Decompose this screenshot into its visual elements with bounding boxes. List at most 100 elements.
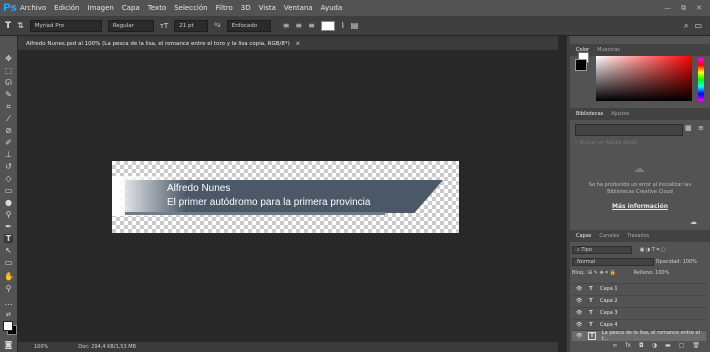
window-controls: — ⧉ ✕ — [664, 4, 710, 13]
document-tab-bar: Alfredo Nunes.psd al 100% (La pesca de l… — [18, 36, 558, 50]
layer-filter-icons[interactable]: ▣ ◑ T ⌗ ▢ — [640, 247, 666, 253]
stamp-tool-icon[interactable]: ⊥ — [4, 150, 13, 159]
new-layer-icon[interactable]: ▢ — [679, 342, 685, 352]
menu-imagen[interactable]: Imagen — [88, 4, 114, 12]
grid-view-icon[interactable]: ▦ — [685, 124, 692, 132]
link-layers-icon[interactable]: ∞ — [612, 342, 617, 352]
tab-bibliotecas[interactable]: Bibliotecas — [576, 111, 603, 117]
layer-name: La pesca de la lisa, el romance entre el… — [601, 330, 700, 342]
layer-row[interactable]: 👁 T Capa 3 — [572, 307, 706, 318]
tab-capas[interactable]: Capas — [576, 233, 591, 239]
character-panel-icon[interactable]: ▤ — [351, 21, 359, 30]
dodge-tool-icon[interactable]: ⚲ — [4, 210, 13, 219]
move-tool-icon[interactable]: ✥ — [4, 54, 13, 63]
visibility-eye-icon[interactable]: 👁 — [576, 333, 582, 339]
marquee-tool-icon[interactable]: ⬚ — [4, 66, 13, 75]
library-select[interactable] — [575, 124, 683, 136]
type-tool-icon[interactable]: T — [5, 21, 11, 31]
eyedropper-tool-icon[interactable]: ⁄ — [4, 114, 13, 123]
options-bar: T ⇅ Myriad Pro Regular тT 21 pt ªa Enfoc… — [0, 16, 710, 36]
quick-select-tool-icon[interactable]: ✎ — [4, 90, 13, 99]
blur-tool-icon[interactable]: ● — [4, 198, 13, 207]
fx-icon[interactable]: fx — [625, 342, 631, 352]
menu-texto[interactable]: Texto — [148, 4, 166, 12]
blend-mode-select[interactable]: Normal — [572, 258, 654, 266]
adjustment-layer-icon[interactable]: ◑ — [652, 342, 657, 352]
close-window-button[interactable]: ✕ — [696, 4, 702, 13]
close-tab-icon[interactable]: × — [296, 41, 301, 47]
antialias-select[interactable]: Enfocado — [226, 19, 271, 32]
more-info-link[interactable]: Más información — [580, 203, 700, 210]
font-style-select[interactable]: Regular — [107, 19, 154, 32]
tab-muestras[interactable]: Muestras — [597, 47, 620, 53]
gradient-tool-icon[interactable]: ▭ — [4, 186, 13, 195]
creative-cloud-icon[interactable]: ☁ — [690, 218, 697, 226]
pen-tool-icon[interactable]: ✒ — [4, 222, 13, 231]
library-search[interactable]: ⌕ Buscar en Adobe Stock — [575, 140, 700, 149]
lock-icons[interactable]: ⊞ ✎ ✥ ⌗ 🔒 — [588, 270, 616, 276]
quick-mask-icon[interactable]: ◙ — [4, 340, 13, 349]
path-select-tool-icon[interactable]: ↖ — [4, 246, 13, 255]
color-foreground-swatch[interactable] — [575, 59, 587, 71]
layer-filter-select[interactable]: ⌕ Tipo — [572, 246, 632, 254]
menu-filtro[interactable]: Filtro — [216, 4, 233, 12]
warp-text-icon[interactable]: ⌇ — [341, 21, 345, 30]
color-picker-field[interactable] — [596, 56, 692, 101]
align-left-icon[interactable]: ≡ — [283, 21, 290, 30]
menu-archivo[interactable]: Archivo — [20, 4, 46, 12]
lasso-tool-icon[interactable]: ᘏ — [4, 78, 13, 87]
align-center-icon[interactable]: ≡ — [295, 21, 302, 30]
history-brush-tool-icon[interactable]: ↺ — [4, 162, 13, 171]
text-color-swatch[interactable] — [320, 20, 335, 31]
visibility-eye-icon[interactable]: 👁 — [576, 298, 582, 304]
type-tool-icon[interactable]: T — [4, 234, 13, 243]
rectangle-tool-icon[interactable]: ▭ — [4, 258, 13, 267]
brush-tool-icon[interactable]: ✐ — [4, 138, 13, 147]
menu-3d[interactable]: 3D — [241, 4, 251, 12]
swap-colors-icon[interactable]: ⇄ — [4, 310, 13, 319]
menu-ayuda[interactable]: Ayuda — [321, 4, 343, 12]
trash-icon[interactable]: 🗑 — [692, 342, 700, 352]
menu-edicion[interactable]: Edición — [54, 4, 79, 12]
menu-seleccion[interactable]: Selección — [174, 4, 207, 12]
search-small-icon: ⌕ — [575, 140, 578, 146]
visibility-eye-icon[interactable]: 👁 — [576, 286, 582, 292]
group-folder-icon[interactable]: ▬ — [665, 342, 671, 352]
layer-row[interactable]: 👁 T Capa 1 — [572, 283, 706, 294]
list-view-icon[interactable]: ≡ — [698, 124, 704, 132]
menu-capa[interactable]: Capa — [122, 4, 140, 12]
more-tools-icon[interactable]: … — [4, 298, 13, 307]
visibility-eye-icon[interactable]: 👁 — [576, 310, 582, 316]
layer-row-selected[interactable]: 👁 T La pesca de la lisa, el romance entr… — [572, 330, 706, 342]
text-orientation-icon[interactable]: ⇅ — [17, 21, 24, 30]
menu-ventana[interactable]: Ventana — [284, 4, 313, 12]
tab-canales[interactable]: Canales — [599, 233, 619, 239]
font-family-select[interactable]: Myriad Pro — [29, 19, 102, 32]
crop-tool-icon[interactable]: ⌗ — [4, 102, 13, 111]
zoom-tool-icon[interactable]: ⚲ — [4, 284, 13, 293]
document-tab[interactable]: Alfredo Nunes.psd al 100% (La pesca de l… — [26, 38, 300, 50]
font-size-select[interactable]: 21 pt — [174, 19, 209, 32]
zoom-level[interactable]: 100% — [34, 344, 48, 350]
healing-brush-tool-icon[interactable]: ⊘ — [4, 126, 13, 135]
minimize-button[interactable]: — — [664, 4, 671, 13]
layer-row[interactable]: 👁 T Capa 4 — [572, 319, 706, 330]
fill-value[interactable]: 100% — [655, 270, 669, 276]
layer-name: Capa 4 — [600, 322, 618, 328]
opacity-value[interactable]: 100% — [683, 259, 697, 265]
search-icon[interactable]: ⌕ — [684, 21, 688, 31]
foreground-color-swatch[interactable] — [3, 321, 13, 331]
workspace-icon[interactable]: ▭ — [694, 21, 702, 30]
menu-vista[interactable]: Vista — [259, 4, 276, 12]
document-tab-title: Alfredo Nunes.psd al 100% (La pesca de l… — [26, 41, 290, 47]
maximize-button[interactable]: ⧉ — [681, 4, 686, 13]
tab-ajustes[interactable]: Ajustes — [611, 111, 629, 117]
hand-tool-icon[interactable]: ✋ — [4, 272, 14, 281]
align-right-icon[interactable]: ≡ — [308, 21, 315, 30]
eraser-tool-icon[interactable]: ◇ — [4, 174, 13, 183]
visibility-eye-icon[interactable]: 👁 — [576, 322, 582, 328]
layer-row[interactable]: 👁 T Capa 2 — [572, 295, 706, 306]
hue-slider[interactable] — [698, 58, 704, 101]
tab-trazados[interactable]: Trazados — [627, 233, 649, 239]
mask-icon[interactable]: ◘ — [639, 342, 644, 352]
